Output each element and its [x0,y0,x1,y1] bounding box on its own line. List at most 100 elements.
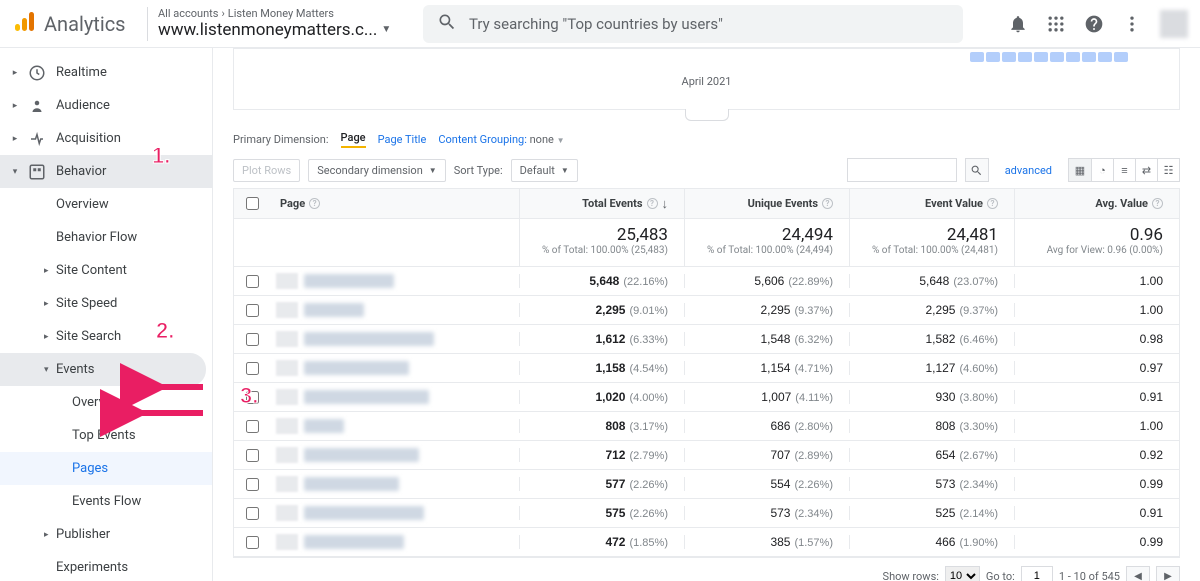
chart-sparkline [969,51,1169,66]
row-checkbox[interactable] [246,478,259,491]
sidebar-item-experiments[interactable]: Experiments [0,551,212,581]
dimension-page[interactable]: Page [341,131,366,148]
sidebar-item-top-events[interactable]: Top Events [0,419,212,452]
logo[interactable]: Analytics [12,10,137,38]
help-icon[interactable]: ? [1152,198,1163,209]
sidebar-item-events-flow[interactable]: Events Flow [0,485,212,518]
table-row[interactable]: 1,612(6.33%)1,548(6.32%)1,582(6.46%)0.98 [234,325,1179,354]
row-checkbox[interactable] [246,391,259,404]
event-value-cell: 466(1.90%) [849,535,1014,549]
sidebar-item-site-content[interactable]: ▸Site Content [0,254,212,287]
sidebar-item-behavior[interactable]: ▾ Behavior [0,155,212,188]
help-icon[interactable] [1084,14,1104,34]
row-checkbox[interactable] [246,333,259,346]
row-checkbox[interactable] [246,507,259,520]
rows-per-page-select[interactable]: 10 [945,566,980,581]
sidebar-item-behavior-flow[interactable]: Behavior Flow [0,221,212,254]
row-checkbox[interactable] [246,304,259,317]
row-checkbox[interactable] [246,449,259,462]
behavior-icon [28,163,46,181]
row-checkbox[interactable] [246,536,259,549]
sidebar-item-site-speed[interactable]: ▸Site Speed [0,287,212,320]
more-vert-icon[interactable] [1122,14,1142,34]
table-row[interactable]: 472(1.85%)385(1.57%)466(1.90%)0.99 [234,528,1179,557]
help-icon[interactable]: ? [647,198,658,209]
view-table-icon[interactable]: ▦ [1069,159,1091,181]
account-switcher[interactable]: All accounts›Listen Money Matters www.li… [158,7,423,41]
total-events-cell: 1,020(4.00%) [519,390,684,404]
table-row[interactable]: 808(3.17%)686(2.80%)808(3.30%)1.00 [234,412,1179,441]
sidebar-item-acquisition[interactable]: ▸ Acquisition [0,122,212,155]
chevron-right-icon: ▸ [12,101,18,111]
row-checkbox[interactable] [246,420,259,433]
avatar[interactable] [1160,10,1188,38]
help-icon[interactable]: ? [309,198,320,209]
table-search-input[interactable] [847,158,957,182]
col-unique-events[interactable]: Unique Events? [684,189,849,218]
search-placeholder: Try searching "Top countries by users" [469,15,723,33]
bell-icon[interactable] [1008,14,1028,34]
avg-value-cell: 0.91 [1014,390,1179,404]
search-input[interactable]: Try searching "Top countries by users" [423,5,963,43]
page-cell[interactable] [270,476,519,492]
sidebar-item-events[interactable]: ▾Events [0,353,206,386]
select-all-checkbox[interactable] [246,197,259,210]
table-search-button[interactable] [965,158,989,182]
timeline-chart[interactable]: April 2021 [233,48,1180,110]
next-page-button[interactable]: ▶ [1156,566,1180,581]
prev-page-button[interactable]: ◀ [1126,566,1150,581]
sidebar-item-site-search[interactable]: ▸Site Search [0,320,212,353]
dimension-content-grouping[interactable]: Content Grouping: none ▼ [438,133,564,146]
sidebar: ▸ Realtime ▸ Audience ▸ Acquisition ▾ Be… [0,48,213,581]
sidebar-item-publisher[interactable]: ▸Publisher [0,518,212,551]
view-bar-icon[interactable]: ≡ [1113,159,1135,181]
page-cell[interactable] [270,273,519,289]
sidebar-item-audience[interactable]: ▸ Audience [0,89,212,122]
page-cell[interactable] [270,534,519,550]
col-page[interactable]: Page? [270,197,519,210]
table-row[interactable]: 712(2.79%)707(2.89%)654(2.67%)0.92 [234,441,1179,470]
view-pivot-icon[interactable]: ☷ [1157,159,1179,181]
sort-type-dropdown[interactable]: Default▼ [511,159,578,182]
secondary-dimension-dropdown[interactable]: Secondary dimension▼ [308,159,445,182]
page-cell[interactable] [270,302,519,318]
total-events-cell: 577(2.26%) [519,477,684,491]
help-icon[interactable]: ? [987,198,998,209]
page-cell[interactable] [270,447,519,463]
person-icon [28,97,46,115]
avg-value-cell: 0.99 [1014,477,1179,491]
page-cell[interactable] [270,505,519,521]
view-pie-icon[interactable]: ◔ [1091,159,1113,181]
sidebar-item-realtime[interactable]: ▸ Realtime [0,56,212,89]
table-row[interactable]: 1,020(4.00%)1,007(4.11%)930(3.80%)0.91 [234,383,1179,412]
apps-icon[interactable] [1046,14,1066,34]
page-cell[interactable] [270,418,519,434]
col-event-value[interactable]: Event Value? [849,189,1014,218]
sidebar-item-events-overview[interactable]: Overview [0,386,212,419]
sidebar-item-pages[interactable]: Pages [0,452,212,485]
table-row[interactable]: 5,648(22.16%)5,606(22.89%)5,648(23.07%)1… [234,267,1179,296]
table-row[interactable]: 2,295(9.01%)2,295(9.37%)2,295(9.37%)1.00 [234,296,1179,325]
goto-page-input[interactable] [1021,566,1053,581]
table-row[interactable]: 1,158(4.54%)1,154(4.71%)1,127(4.60%)0.97 [234,354,1179,383]
chart-month-label: April 2021 [234,75,1179,88]
sort-desc-icon: ↓ [662,196,669,212]
product-name: Analytics [44,12,126,36]
view-comparison-icon[interactable]: ⇄ [1135,159,1157,181]
help-icon[interactable]: ? [822,198,833,209]
page-cell[interactable] [270,360,519,376]
table-row[interactable]: 575(2.26%)573(2.34%)525(2.14%)0.91 [234,499,1179,528]
chevron-right-icon: ▸ [44,332,49,342]
row-checkbox[interactable] [246,275,259,288]
dimension-page-title[interactable]: Page Title [378,133,427,146]
sidebar-item-overview[interactable]: Overview [0,188,212,221]
advanced-link[interactable]: advanced [1005,164,1052,177]
total-events-cell: 575(2.26%) [519,506,684,520]
col-total-events[interactable]: Total Events?↓ [519,189,684,218]
col-avg-value[interactable]: Avg. Value? [1014,189,1179,218]
row-checkbox[interactable] [246,362,259,375]
page-cell[interactable] [270,331,519,347]
chart-expand-handle[interactable] [685,109,729,121]
table-row[interactable]: 577(2.26%)554(2.26%)573(2.34%)0.99 [234,470,1179,499]
page-cell[interactable] [270,389,519,405]
